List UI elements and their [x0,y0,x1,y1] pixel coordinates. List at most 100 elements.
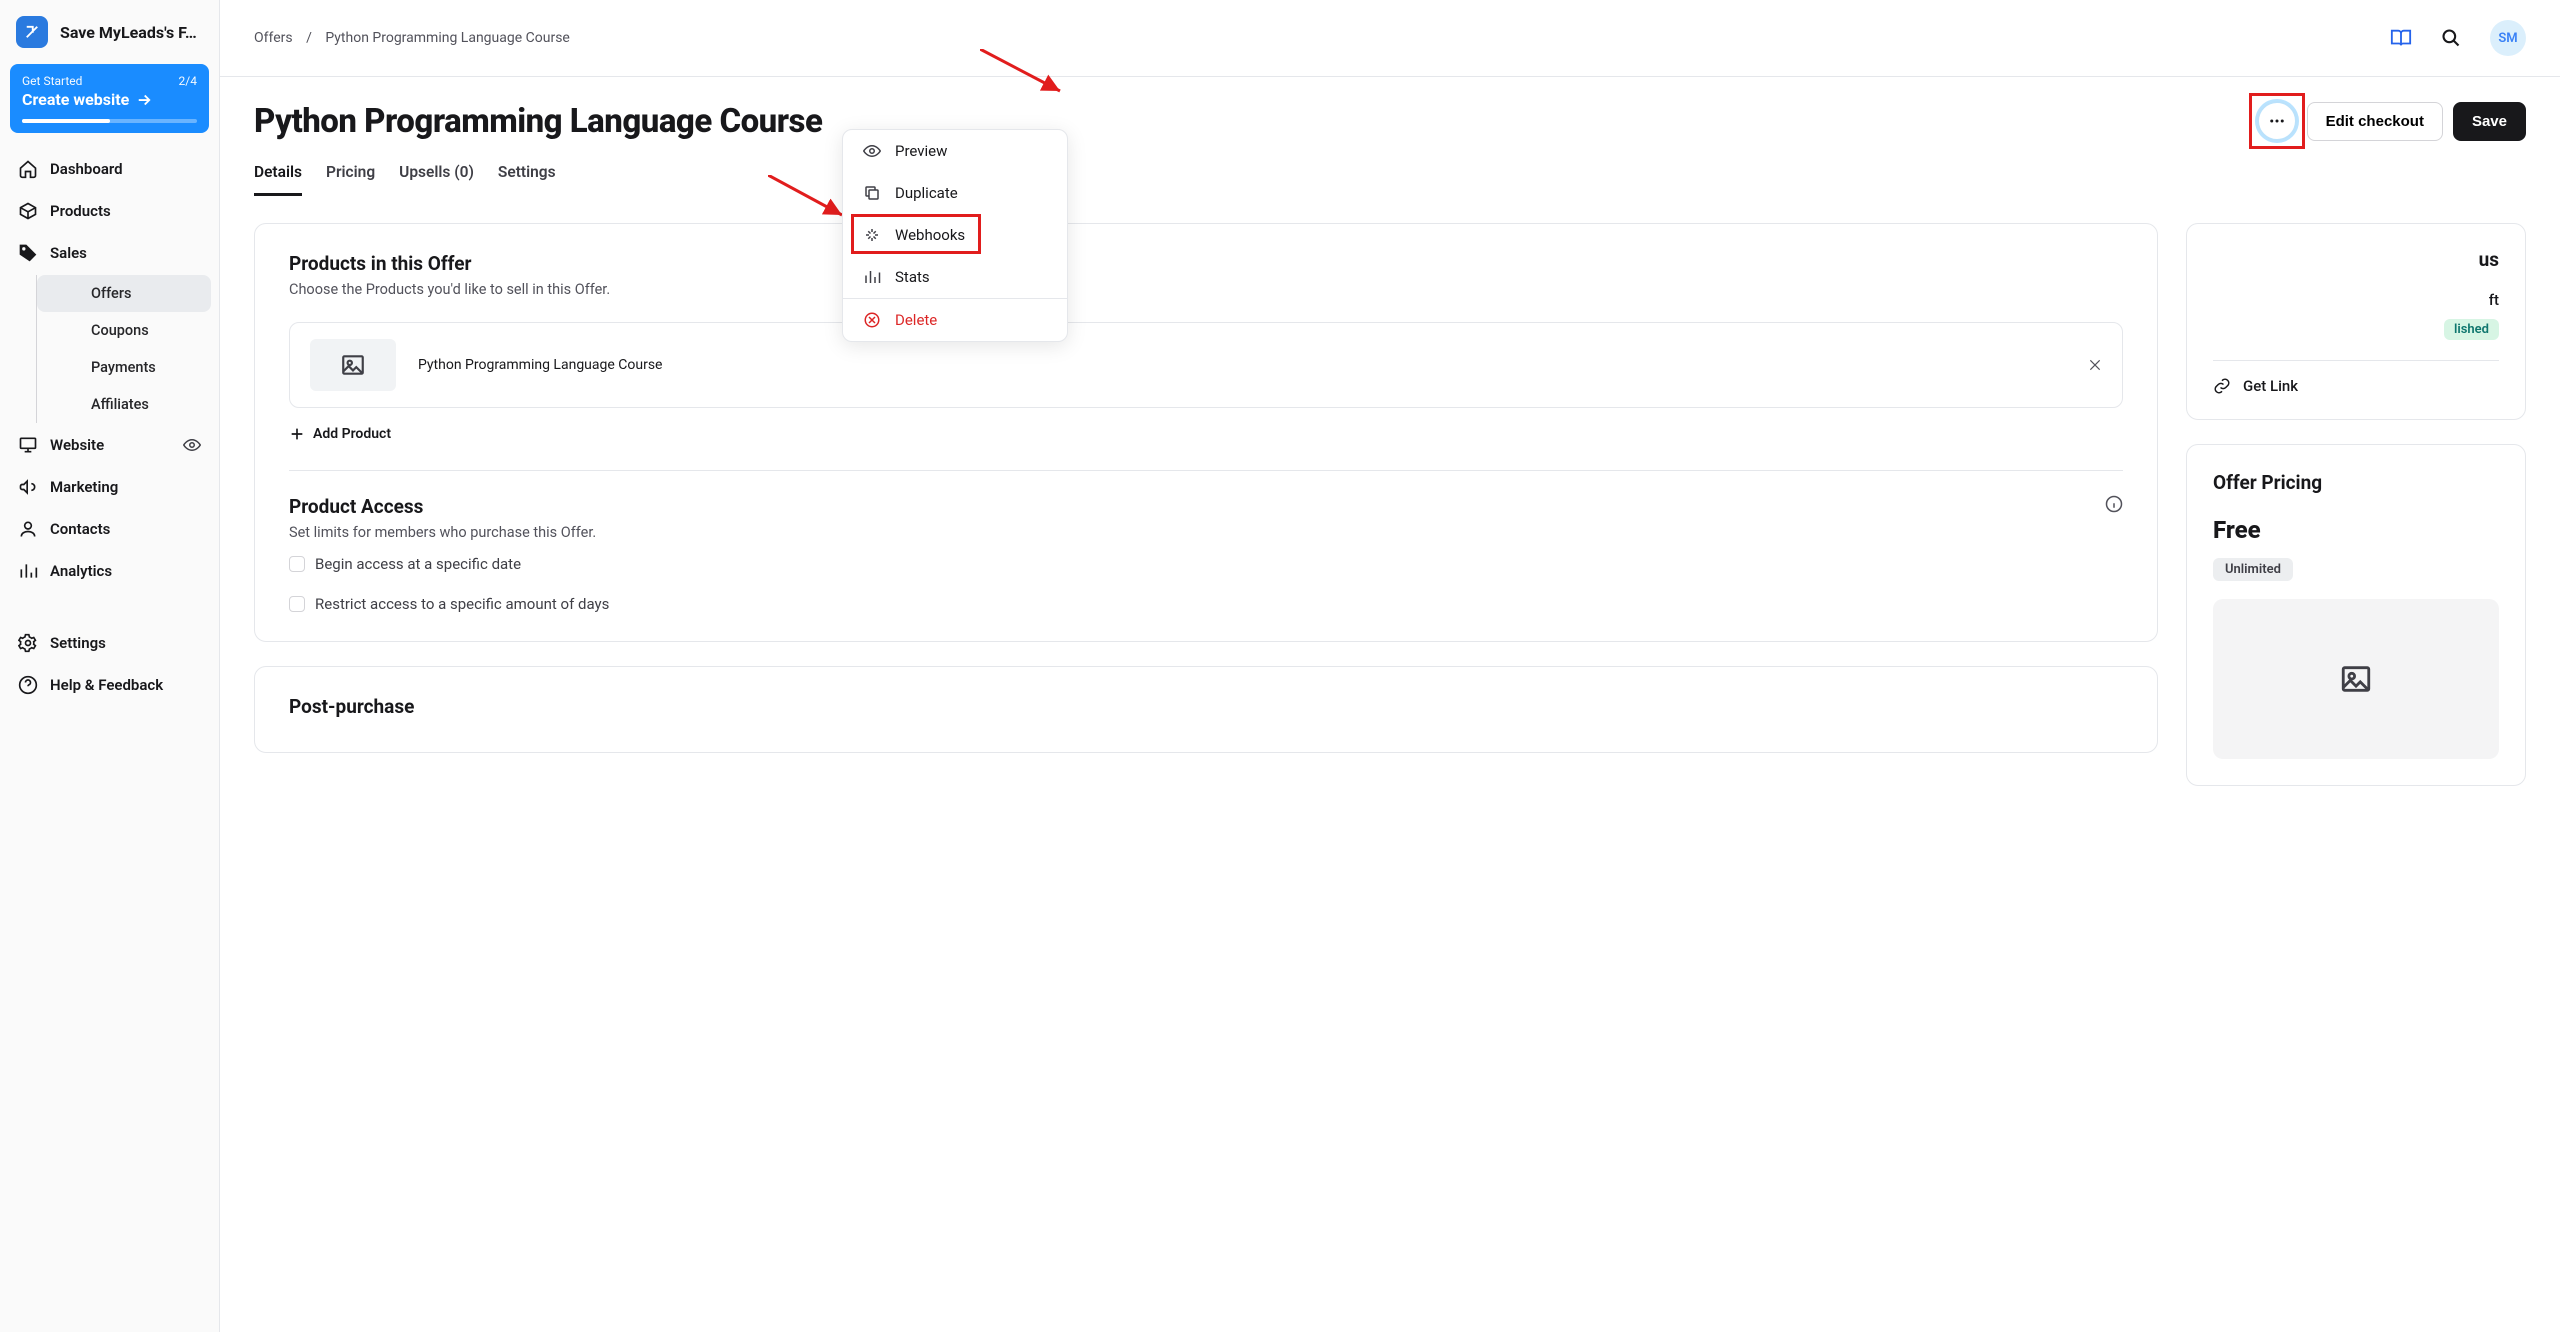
products-card: Products in this Offer Choose the Produc… [254,223,2158,642]
status-card-title: us [2213,248,2499,271]
menu-item-label: Webhooks [895,226,965,244]
check-label: Restrict access to a specific amount of … [315,595,609,613]
tab-upsells[interactable]: Upsells (0) [399,163,474,196]
sidebar-item-label: Help & Feedback [50,676,163,694]
menu-item-delete[interactable]: Delete [843,298,1067,341]
gear-icon [18,633,38,653]
sidebar-item-label: Offers [91,285,131,302]
tab-details[interactable]: Details [254,163,302,196]
more-options-menu: Preview Duplicate Webhooks Stats [842,129,1068,342]
sidebar-item-products[interactable]: Products [8,191,211,231]
remove-product-button[interactable] [2088,358,2102,372]
check-restrict-access[interactable]: Restrict access to a specific amount of … [289,595,2123,613]
bar-chart-icon [863,268,881,286]
tab-pricing[interactable]: Pricing [326,163,375,196]
status-card: us ft lished Get Link [2186,223,2526,420]
search-icon[interactable] [2440,27,2462,49]
main-area: Offers / Python Programming Language Cou… [220,0,2560,1332]
post-purchase-card: Post-purchase [254,666,2158,753]
status-draft-label: ft [2489,291,2499,309]
sidebar-item-website[interactable]: Website [8,425,211,465]
help-icon [18,675,38,695]
sidebar-item-analytics[interactable]: Analytics [8,551,211,591]
pricing-image-placeholder [2213,599,2499,759]
sidebar-item-help[interactable]: Help & Feedback [8,665,211,705]
arrow-right-icon [135,91,153,109]
sidebar-item-label: Coupons [91,322,149,339]
pricing-chip: Unlimited [2213,558,2293,581]
delete-icon [863,311,881,329]
add-product-button[interactable]: Add Product [289,426,2123,442]
sidebar-item-sales[interactable]: Sales [8,233,211,273]
product-row[interactable]: Python Programming Language Course [289,322,2123,408]
sidebar-item-dashboard[interactable]: Dashboard [8,149,211,189]
more-options-button[interactable] [2257,101,2297,141]
sidebar-item-settings[interactable]: Settings [8,623,211,663]
breadcrumb-sep: / [296,30,322,46]
menu-item-duplicate[interactable]: Duplicate [843,172,1067,214]
menu-item-webhooks[interactable]: Webhooks [843,214,1067,256]
sidebar-item-label: Affiliates [91,396,149,413]
tab-settings[interactable]: Settings [498,163,556,196]
save-button[interactable]: Save [2453,102,2526,141]
sidebar-item-label: Sales [50,244,87,262]
product-name: Python Programming Language Course [418,357,662,373]
checkbox-begin-access[interactable] [289,556,305,572]
access-title: Product Access [289,495,596,518]
home-icon [18,159,38,179]
chart-icon [18,561,38,581]
get-started-bar [22,119,197,123]
get-started-card[interactable]: Get Started 2/4 Create website [10,64,209,133]
get-started-label: Get Started [22,74,82,88]
check-label: Begin access at a specific date [315,555,521,573]
sidebar-item-label: Website [50,436,104,454]
get-started-title: Create website [22,90,129,109]
menu-item-label: Delete [895,311,937,329]
menu-item-stats[interactable]: Stats [843,256,1067,298]
content: Python Programming Language Course Edit … [220,77,2560,810]
menu-item-label: Duplicate [895,184,958,202]
sidebar-item-marketing[interactable]: Marketing [8,467,211,507]
post-purchase-title: Post-purchase [289,695,2123,718]
sidebar-item-label: Analytics [50,562,112,580]
copy-icon [863,184,881,202]
check-begin-access[interactable]: Begin access at a specific date [289,555,2123,573]
tag-icon [18,243,38,263]
breadcrumb: Offers / Python Programming Language Cou… [254,30,570,46]
get-started-progress: 2/4 [179,74,197,88]
sidebar-item-affiliates[interactable]: Affiliates [37,386,211,423]
menu-item-label: Preview [895,142,947,160]
brand-logo-icon [16,16,48,48]
link-icon [2213,377,2231,395]
tabs: Details Pricing Upsells (0) Settings [254,163,2526,197]
breadcrumb-current: Python Programming Language Course [325,30,569,46]
edit-checkout-button[interactable]: Edit checkout [2307,102,2443,141]
breadcrumb-root[interactable]: Offers [254,30,293,46]
get-link-button[interactable]: Get Link [2213,377,2499,395]
sidebar-item-offers[interactable]: Offers [37,275,211,312]
menu-item-preview[interactable]: Preview [843,130,1067,172]
eye-icon [863,142,881,160]
info-icon[interactable] [2105,495,2123,513]
brand-name: Save MyLeads's F… [60,23,197,42]
add-product-label: Add Product [313,426,391,442]
topbar: Offers / Python Programming Language Cou… [220,0,2560,77]
sidebar-item-label: Dashboard [50,160,123,178]
plus-icon [289,426,305,442]
checkbox-restrict-access[interactable] [289,596,305,612]
brand-row[interactable]: Save MyLeads's F… [8,10,211,62]
user-icon [18,519,38,539]
sidebar-item-contacts[interactable]: Contacts [8,509,211,549]
avatar[interactable]: SM [2490,20,2526,56]
status-published-badge: lished [2444,319,2499,340]
pricing-title: Offer Pricing [2213,471,2499,494]
products-card-title: Products in this Offer [289,252,2123,275]
book-icon[interactable] [2390,27,2412,49]
sidebar: Save MyLeads's F… Get Started 2/4 Create… [0,0,220,1332]
menu-item-label: Stats [895,268,930,286]
sidebar-item-coupons[interactable]: Coupons [37,312,211,349]
sidebar-item-label: Products [50,202,111,220]
pricing-value: Free [2213,516,2499,544]
sidebar-item-payments[interactable]: Payments [37,349,211,386]
eye-icon [183,436,201,454]
